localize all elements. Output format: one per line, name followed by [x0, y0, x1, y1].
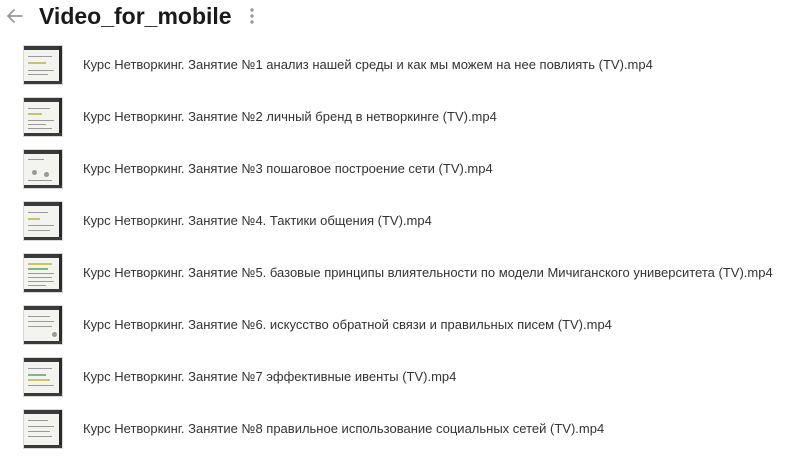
file-row[interactable]: Курс Нетворкинг. Занятие №2 личный бренд… [0, 91, 788, 143]
file-name: Курс Нетворкинг. Занятие №6. искусство о… [83, 317, 612, 332]
folder-title: Video_for_mobile [39, 3, 232, 29]
file-row[interactable]: Курс Нетворкинг. Занятие №5. базовые при… [0, 247, 788, 299]
video-thumbnail [23, 97, 63, 137]
back-button[interactable] [4, 5, 26, 27]
file-name: Курс Нетворкинг. Занятие №5. базовые при… [83, 265, 773, 280]
file-row[interactable]: Курс Нетворкинг. Занятие №8 правильное и… [0, 403, 788, 455]
video-thumbnail [23, 409, 63, 449]
file-name: Курс Нетворкинг. Занятие №7 эффективные … [83, 369, 457, 384]
file-name: Курс Нетворкинг. Занятие №8 правильное и… [83, 421, 605, 436]
file-name: Курс Нетворкинг. Занятие №2 личный бренд… [83, 109, 497, 124]
more-options-button[interactable] [244, 7, 260, 25]
file-row[interactable]: Курс Нетворкинг. Занятие №6. искусство о… [0, 299, 788, 351]
file-name: Курс Нетворкинг. Занятие №4. Тактики общ… [83, 213, 432, 228]
video-thumbnail [23, 357, 63, 397]
file-name: Курс Нетворкинг. Занятие №1 анализ нашей… [83, 57, 653, 72]
file-row[interactable]: Курс Нетворкинг. Занятие №3 пошаговое по… [0, 143, 788, 195]
video-thumbnail [23, 45, 63, 85]
arrow-left-icon [7, 9, 23, 23]
file-row[interactable]: Курс Нетворкинг. Занятие №7 эффективные … [0, 351, 788, 403]
more-vertical-icon [250, 8, 254, 24]
file-name: Курс Нетворкинг. Занятие №3 пошаговое по… [83, 161, 493, 176]
video-thumbnail [23, 149, 63, 189]
video-thumbnail [23, 201, 63, 241]
file-row[interactable]: Курс Нетворкинг. Занятие №4. Тактики общ… [0, 195, 788, 247]
video-thumbnail [23, 305, 63, 345]
file-row[interactable]: Курс Нетворкинг. Занятие №1 анализ нашей… [0, 39, 788, 91]
video-thumbnail [23, 253, 63, 293]
folder-header: Video_for_mobile [0, 0, 788, 34]
